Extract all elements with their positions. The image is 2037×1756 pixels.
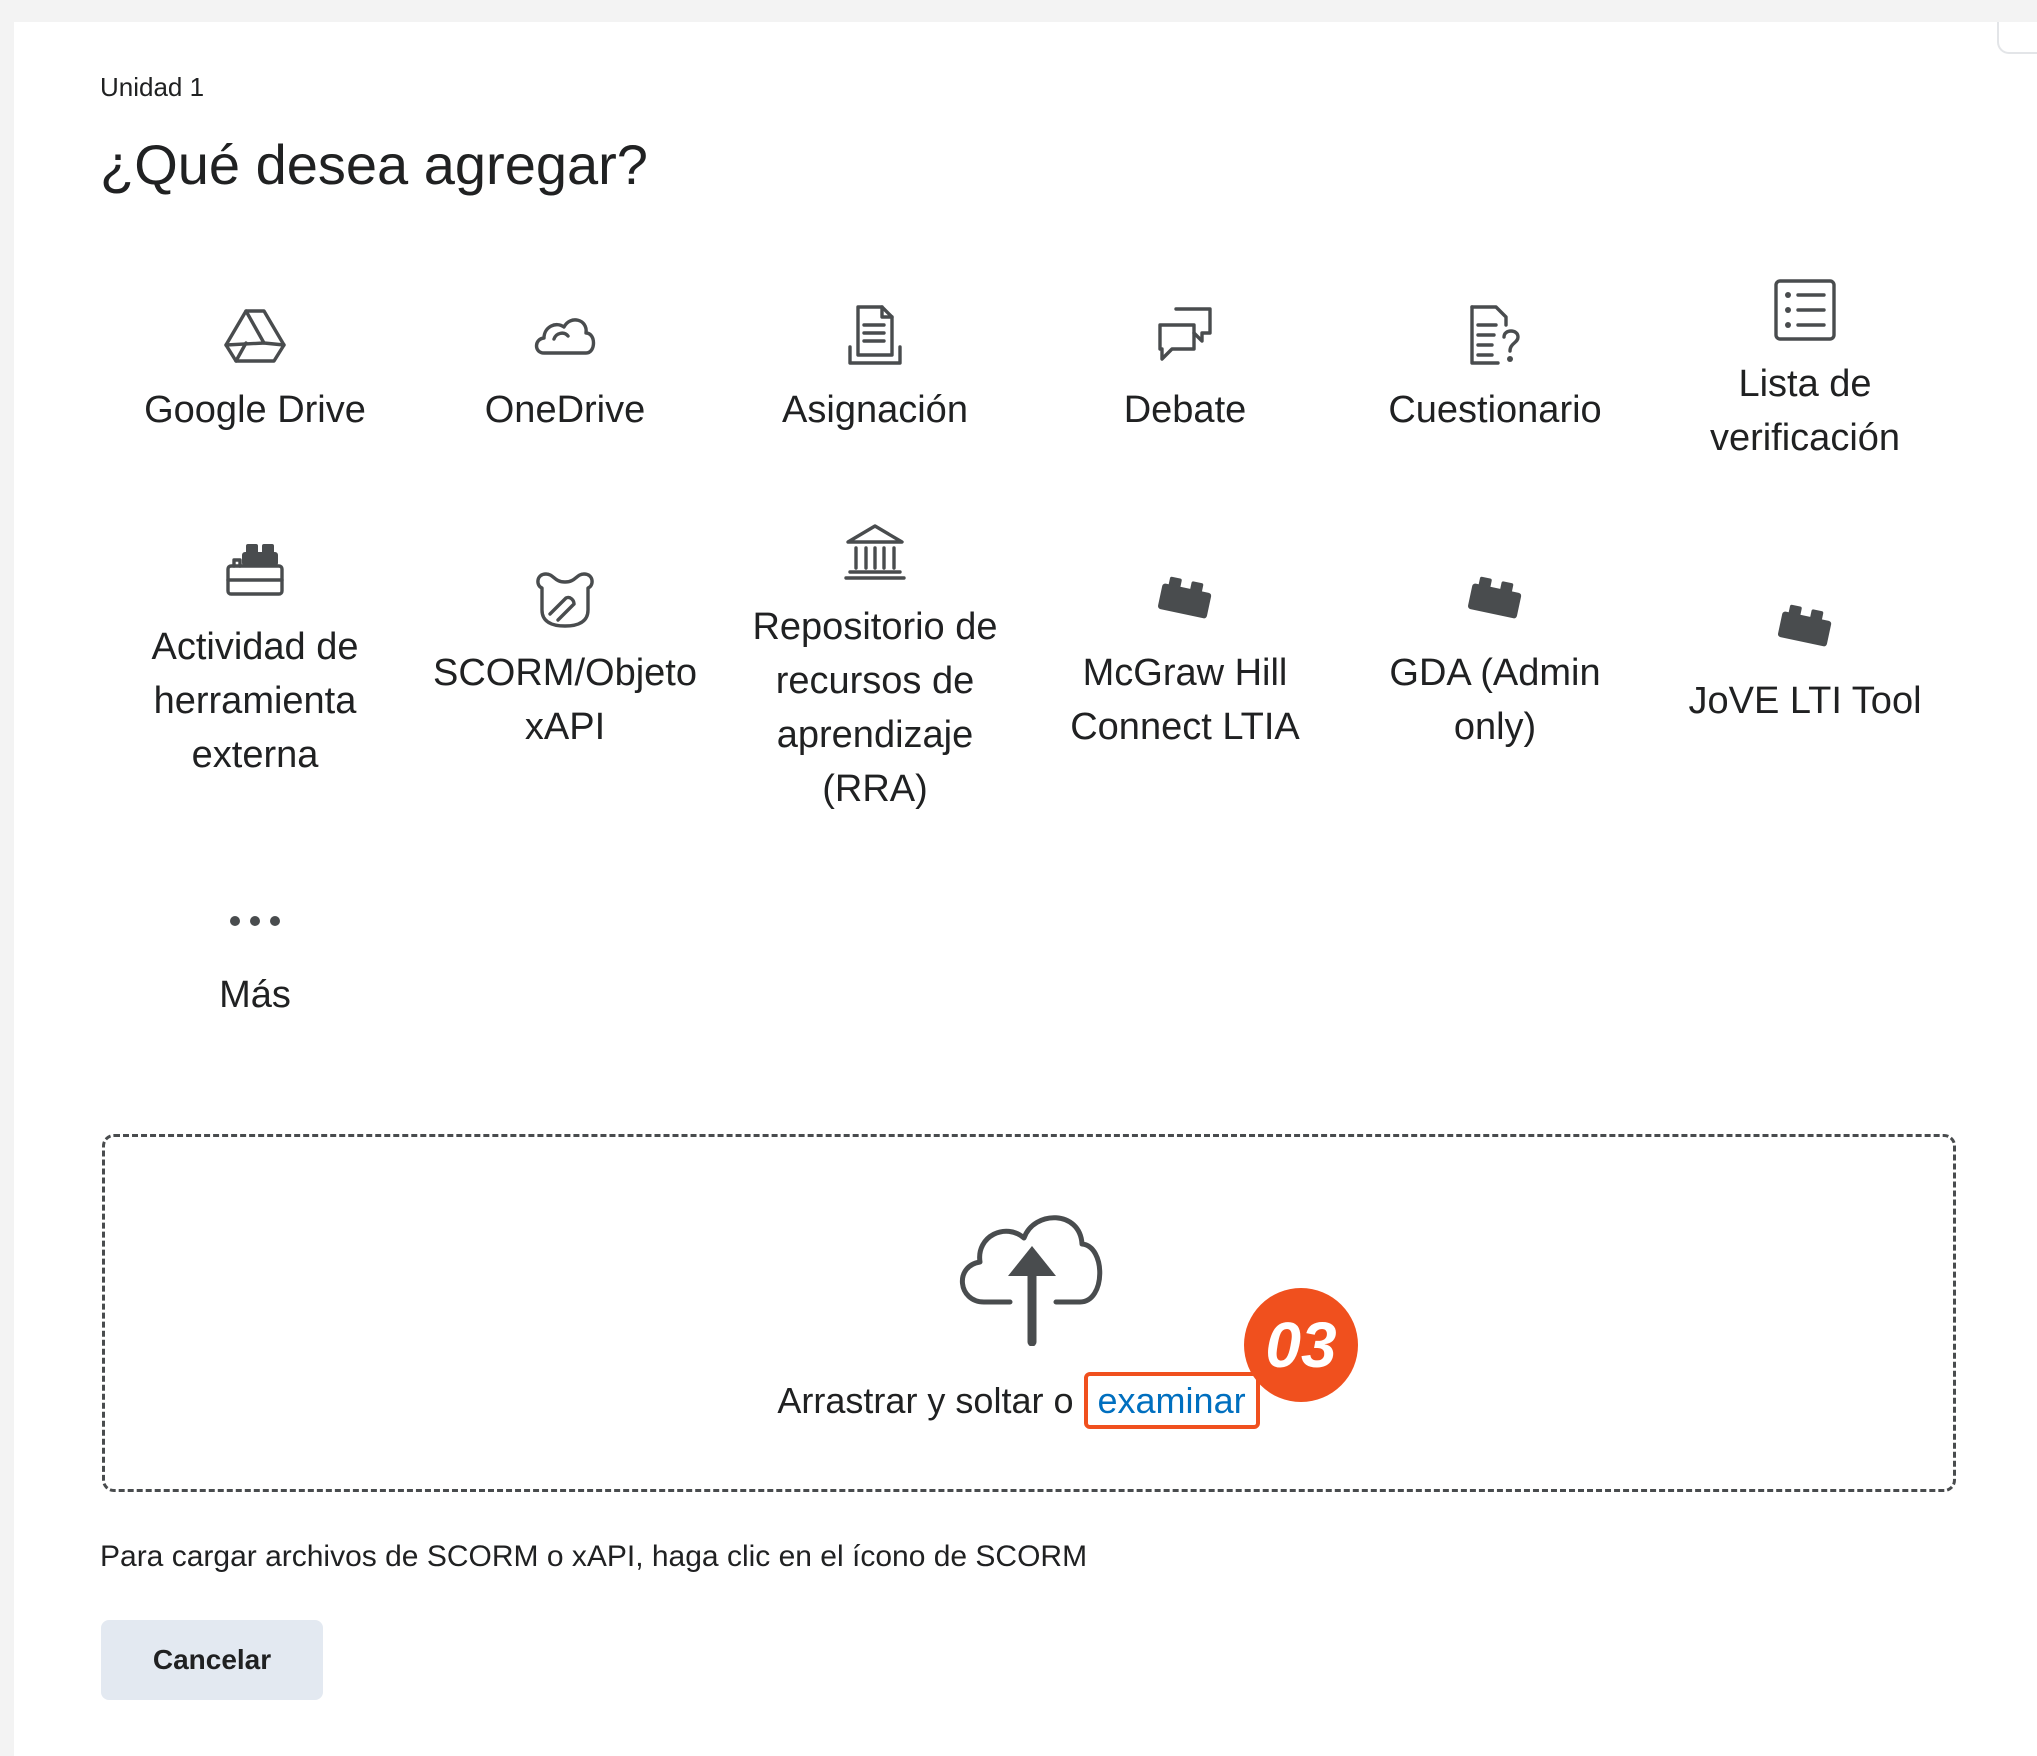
checklist-icon <box>1774 279 1836 341</box>
more-dots-icon <box>230 916 280 926</box>
tile-label: Cuestionario <box>1388 389 1602 431</box>
dropzone-text: Arrastrar y soltar o examinar <box>0 1372 2037 1429</box>
lti-block-icon <box>1777 604 1832 647</box>
scorm-icon <box>536 572 594 628</box>
breadcrumb: Unidad 1 <box>100 72 205 102</box>
tile-scorm[interactable]: SCORM/Objeto xAPI <box>415 566 715 754</box>
dropzone-instruction: Arrastrar y soltar o <box>777 1380 1074 1421</box>
tile-label: Debate <box>1123 389 1247 431</box>
tile-label: Lista de verificación <box>1709 363 1901 459</box>
lti-block-icon <box>1157 576 1212 619</box>
browse-link[interactable]: examinar <box>1083 1372 1260 1429</box>
tile-assignment[interactable]: Asignación <box>725 303 1025 437</box>
dialog-corner-control <box>1997 22 2037 54</box>
tile-quiz[interactable]: Cuestionario <box>1345 303 1645 437</box>
lti-block-icon <box>1467 576 1522 619</box>
tile-jove[interactable]: JoVE LTI Tool <box>1655 594 1955 728</box>
tile-onedrive[interactable]: OneDrive <box>415 303 715 437</box>
repository-building-icon <box>844 524 906 580</box>
google-drive-icon <box>224 309 286 363</box>
upload-cloud-icon <box>960 1215 1103 1346</box>
tile-more[interactable]: Más <box>105 888 405 1022</box>
page-title: ¿Qué desea agregar? <box>100 133 648 196</box>
tile-label: McGraw Hill Connect LTIA <box>1070 652 1300 748</box>
tile-checklist[interactable]: Lista de verificación <box>1655 277 1955 465</box>
tile-discussion[interactable]: Debate <box>1035 303 1335 437</box>
scorm-hint-text: Para cargar archivos de SCORM o xAPI, ha… <box>100 1540 1088 1573</box>
tile-label: Más <box>219 974 291 1016</box>
tile-learning-repository[interactable]: Repositorio de recursos de aprendizaje (… <box>725 520 1025 816</box>
tile-label: Asignación <box>782 389 968 431</box>
tile-label: JoVE LTI Tool <box>1688 680 1922 722</box>
tile-label: OneDrive <box>484 389 646 431</box>
assignment-document-icon <box>848 305 902 365</box>
tile-label: Repositorio de recursos de aprendizaje (… <box>752 606 998 810</box>
tile-external-tool[interactable]: Actividad de herramienta externa <box>105 540 405 782</box>
onedrive-cloud-icon <box>534 318 596 355</box>
tile-label: GDA (Admin only) <box>1389 652 1601 748</box>
step-badge: 03 <box>1244 1288 1358 1402</box>
cancel-button[interactable]: Cancelar <box>101 1620 323 1700</box>
tile-gda[interactable]: GDA (Admin only) <box>1345 566 1645 754</box>
tile-label: Google Drive <box>144 389 366 431</box>
external-tool-block-icon <box>226 544 284 596</box>
tile-label: SCORM/Objeto xAPI <box>433 652 697 748</box>
tile-label: Actividad de herramienta externa <box>151 626 359 776</box>
discussion-bubbles-icon <box>1158 307 1212 361</box>
tile-google-drive[interactable]: Google Drive <box>105 303 405 437</box>
tile-mcgraw-hill[interactable]: McGraw Hill Connect LTIA <box>1035 566 1335 754</box>
quiz-icon <box>1470 305 1520 365</box>
